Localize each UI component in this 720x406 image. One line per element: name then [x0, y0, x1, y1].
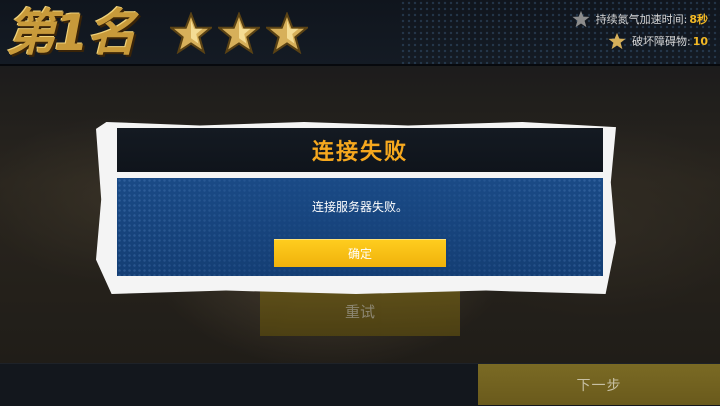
confirm-button[interactable]: 确定 [274, 239, 446, 267]
dialog-title-bar: 连接失败 [117, 128, 603, 172]
rank-label: 第1名 [6, 4, 137, 62]
race-stats: 持续氮气加速时间: 8秒 破坏障碍物: 10 [538, 8, 708, 52]
stat-label: 破坏障碍物: [631, 35, 691, 48]
stat-label: 持续氮气加速时间: [595, 13, 688, 26]
stat-value: 10 [692, 34, 708, 48]
gold-star-icon [218, 12, 260, 54]
dialog-message: 连接服务器失败。 [311, 200, 408, 214]
gold-star-icon [608, 32, 632, 50]
gold-star-icon [266, 12, 308, 54]
stat-obstacles-destroyed: 破坏障碍物: 10 [538, 30, 708, 52]
grey-star-icon [572, 10, 596, 28]
dialog-title: 连接失败 [311, 140, 408, 165]
next-step-button[interactable]: 下一步 [478, 364, 720, 405]
gold-star-icon [170, 12, 212, 54]
dialog-body: 连接服务器失败。 确定 [117, 178, 603, 276]
stat-nitro-duration: 持续氮气加速时间: 8秒 [538, 8, 708, 30]
rating-stars [170, 12, 308, 54]
stat-value: 8秒 [689, 13, 708, 26]
results-header: 第1名 持续氮气加速时间: 8秒 破坏障碍物: 10 [0, 0, 720, 66]
